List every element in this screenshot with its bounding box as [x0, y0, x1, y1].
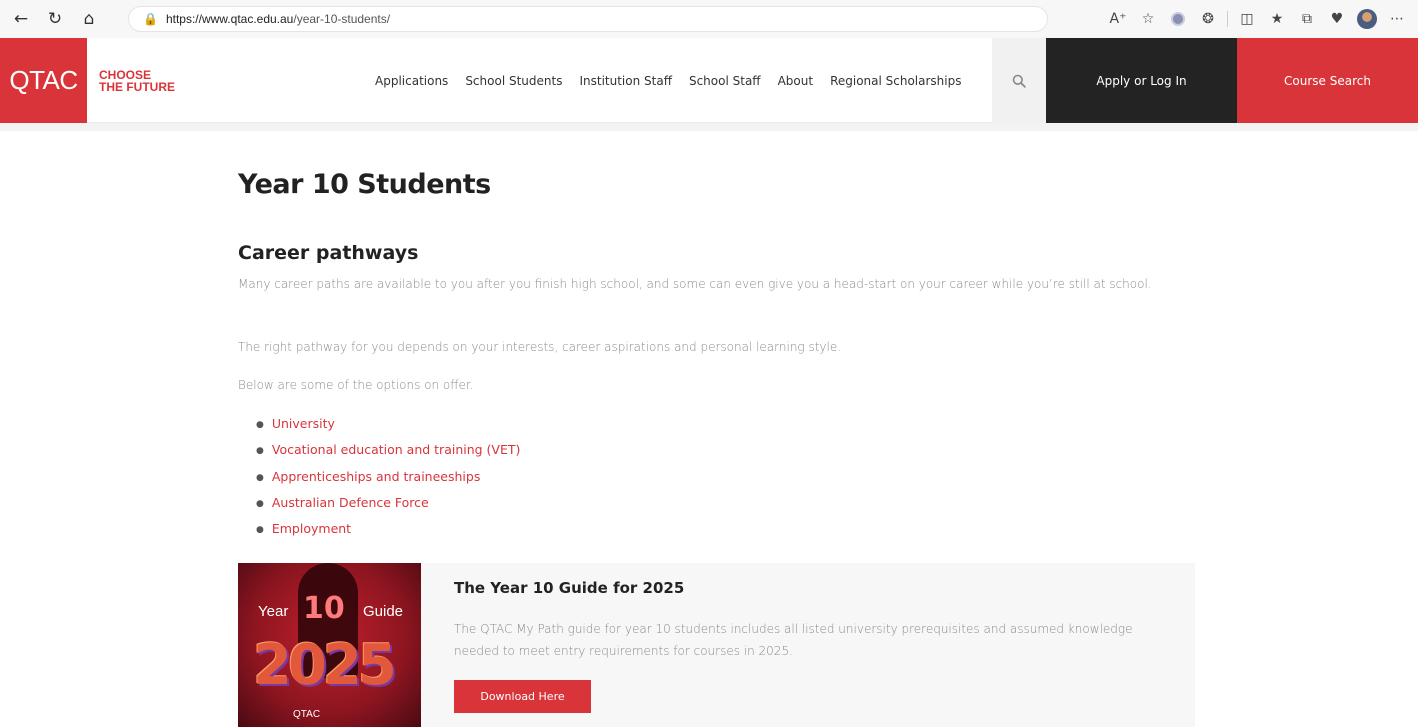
bullet-icon: ● — [256, 525, 264, 536]
nav-school-staff[interactable]: School Staff — [689, 74, 761, 88]
tagline: CHOOSE THE FUTURE — [99, 69, 175, 122]
back-icon[interactable]: ← — [8, 6, 34, 32]
options-paragraph: Below are some of the options on offer. — [238, 378, 474, 392]
collections-icon[interactable]: ⧉ — [1292, 6, 1322, 32]
profile-avatar[interactable] — [1352, 6, 1382, 32]
guide-title: The Year 10 Guide for 2025 — [454, 579, 685, 597]
home-icon[interactable]: ⌂ — [76, 6, 102, 32]
lock-icon[interactable]: 🔒 — [143, 12, 158, 26]
list-item: ● Australian Defence Force — [256, 491, 520, 517]
download-button[interactable]: Download Here — [454, 680, 591, 713]
favorite-star-icon[interactable]: ☆ — [1133, 6, 1163, 32]
pathway-links: ● University ● Vocational education and tr… — [256, 412, 520, 543]
intro-paragraph: Many career paths are available to you a… — [238, 277, 1152, 291]
link-apprenticeships[interactable]: Apprenticeships and traineeships — [272, 469, 480, 484]
link-university[interactable]: University — [272, 416, 335, 431]
nav-regional-scholarships[interactable]: Regional Scholarships — [830, 74, 961, 88]
nav-institution-staff[interactable]: Institution Staff — [579, 74, 672, 88]
cover-2025-text: 2025 — [253, 633, 397, 698]
cover-brand-text: QTAC — [293, 709, 321, 720]
read-aloud-icon[interactable]: A⁺ — [1103, 6, 1133, 32]
toolbar-divider — [1227, 11, 1228, 27]
course-search-button[interactable]: Course Search — [1237, 38, 1418, 123]
nav-applications[interactable]: Applications — [375, 74, 448, 88]
search-icon — [1012, 74, 1026, 88]
apply-login-button[interactable]: Apply or Log In — [1046, 38, 1237, 123]
split-screen-icon[interactable]: ◫ — [1232, 6, 1262, 32]
site-header: QTAC CHOOSE THE FUTURE Applications Scho… — [0, 38, 1418, 123]
link-defence-force[interactable]: Australian Defence Force — [272, 495, 429, 510]
page-title: Year 10 Students — [238, 169, 491, 200]
logo-text: QTAC — [9, 65, 78, 95]
guide-card: Year 10 Guide 2025 QTAC The Year 10 Guid… — [238, 563, 1195, 727]
link-employment[interactable]: Employment — [272, 521, 351, 536]
bullet-icon: ● — [256, 498, 264, 509]
bullet-icon: ● — [256, 472, 264, 483]
main-nav: Applications School Students Institution… — [375, 38, 962, 123]
address-bar[interactable]: 🔒 https://www.qtac.edu.au/year-10-studen… — [128, 6, 1048, 32]
cover-year-text: Year — [258, 603, 289, 620]
tagline-line2: THE FUTURE — [99, 80, 175, 94]
browser-toolbar: ← ↻ ⌂ 🔒 https://www.qtac.edu.au/year-10-… — [0, 0, 1418, 38]
qtac-logo[interactable]: QTAC — [0, 38, 87, 123]
cover-guide-text: Guide — [363, 603, 404, 620]
list-item: ● University — [256, 412, 520, 438]
refresh-icon[interactable]: ↻ — [42, 6, 68, 32]
cover-10-text: 10 — [303, 591, 345, 626]
nav-about[interactable]: About — [778, 74, 813, 88]
header-divider — [0, 123, 1418, 131]
list-item: ● Apprenticeships and traineeships — [256, 465, 520, 491]
extension-icon[interactable] — [1163, 6, 1193, 32]
bullet-icon: ● — [256, 446, 264, 457]
guide-cover-image[interactable]: Year 10 Guide 2025 QTAC — [238, 563, 421, 727]
nav-school-students[interactable]: School Students — [465, 74, 562, 88]
search-button[interactable] — [992, 38, 1046, 123]
section-title: Career pathways — [238, 242, 419, 264]
url-path: /year-10-students/ — [293, 12, 391, 26]
extensions-icon[interactable]: ❂ — [1193, 6, 1223, 32]
bullet-icon: ● — [256, 420, 264, 430]
list-item: ● Employment — [256, 517, 520, 543]
favorites-icon[interactable]: ★ — [1262, 6, 1292, 32]
guide-description: The QTAC My Path guide for year 10 stude… — [454, 622, 1133, 658]
link-vet[interactable]: Vocational education and training (VET) — [272, 442, 521, 457]
performance-icon[interactable]: ♥ — [1322, 6, 1352, 32]
pathway-paragraph: The right pathway for you depends on you… — [238, 340, 842, 354]
browser-actions: A⁺ ☆ ❂ ◫ ★ ⧉ ♥ ⋯ — [1103, 6, 1412, 32]
more-icon[interactable]: ⋯ — [1382, 6, 1412, 32]
url-domain: https://www.qtac.edu.au — [165, 12, 294, 26]
list-item: ● Vocational education and training (VET) — [256, 438, 520, 464]
